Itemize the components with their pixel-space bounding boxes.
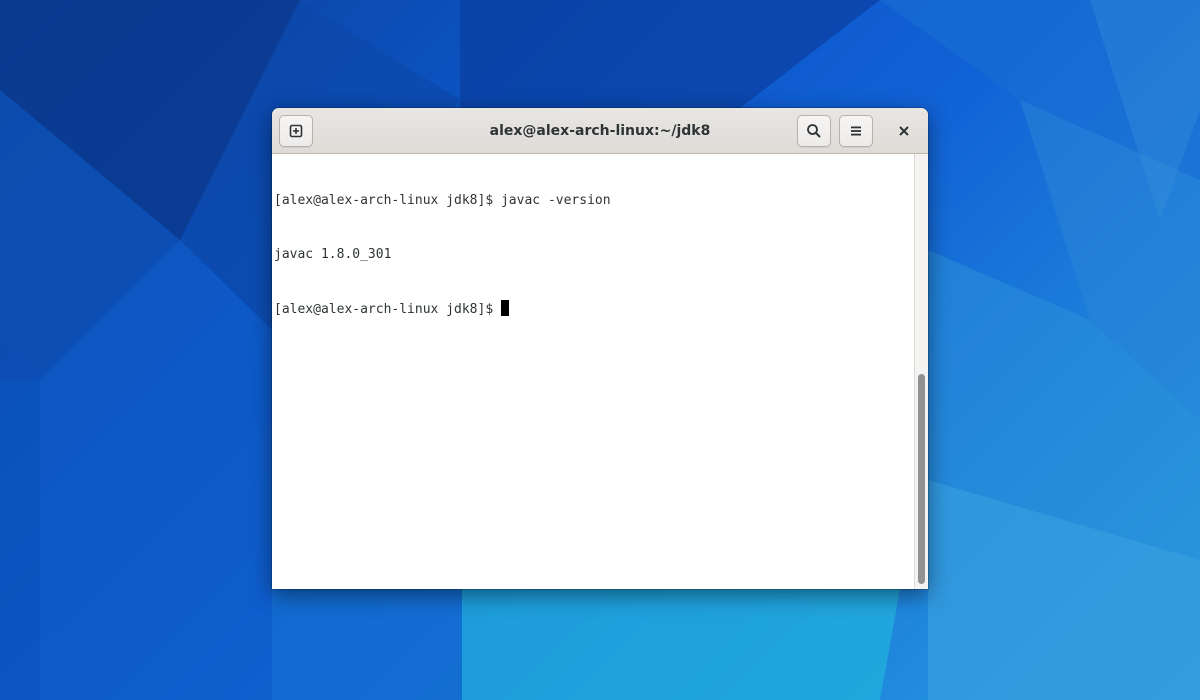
hamburger-menu-icon	[851, 126, 861, 136]
scrollbar-thumb[interactable]	[918, 374, 925, 584]
shell-prompt: [alex@alex-arch-linux jdk8]$	[274, 193, 501, 208]
close-window-button[interactable]	[888, 115, 920, 147]
search-button[interactable]	[797, 115, 831, 147]
terminal-window[interactable]: alex@alex-arch-linux:~/jdk8 [alex@alex-a…	[272, 108, 928, 589]
search-icon	[807, 124, 821, 138]
terminal-output[interactable]: [alex@alex-arch-linux jdk8]$ javac -vers…	[272, 154, 914, 589]
window-headerbar[interactable]: alex@alex-arch-linux:~/jdk8	[272, 108, 928, 154]
shell-prompt: [alex@alex-arch-linux jdk8]$	[274, 302, 501, 317]
new-tab-icon	[289, 124, 303, 138]
terminal-line: [alex@alex-arch-linux jdk8]$	[274, 300, 914, 318]
desktop: alex@alex-arch-linux:~/jdk8 [alex@alex-a…	[0, 0, 1200, 700]
main-menu-button[interactable]	[839, 115, 873, 147]
terminal-line: [alex@alex-arch-linux jdk8]$ javac -vers…	[274, 192, 914, 210]
terminal-line: javac 1.8.0_301	[274, 246, 914, 264]
terminal-scrollbar[interactable]	[914, 154, 928, 589]
typed-command: javac -version	[500, 193, 611, 208]
close-icon	[899, 126, 909, 136]
command-output: javac 1.8.0_301	[274, 247, 392, 262]
new-tab-button[interactable]	[279, 115, 313, 147]
text-cursor	[500, 300, 509, 316]
